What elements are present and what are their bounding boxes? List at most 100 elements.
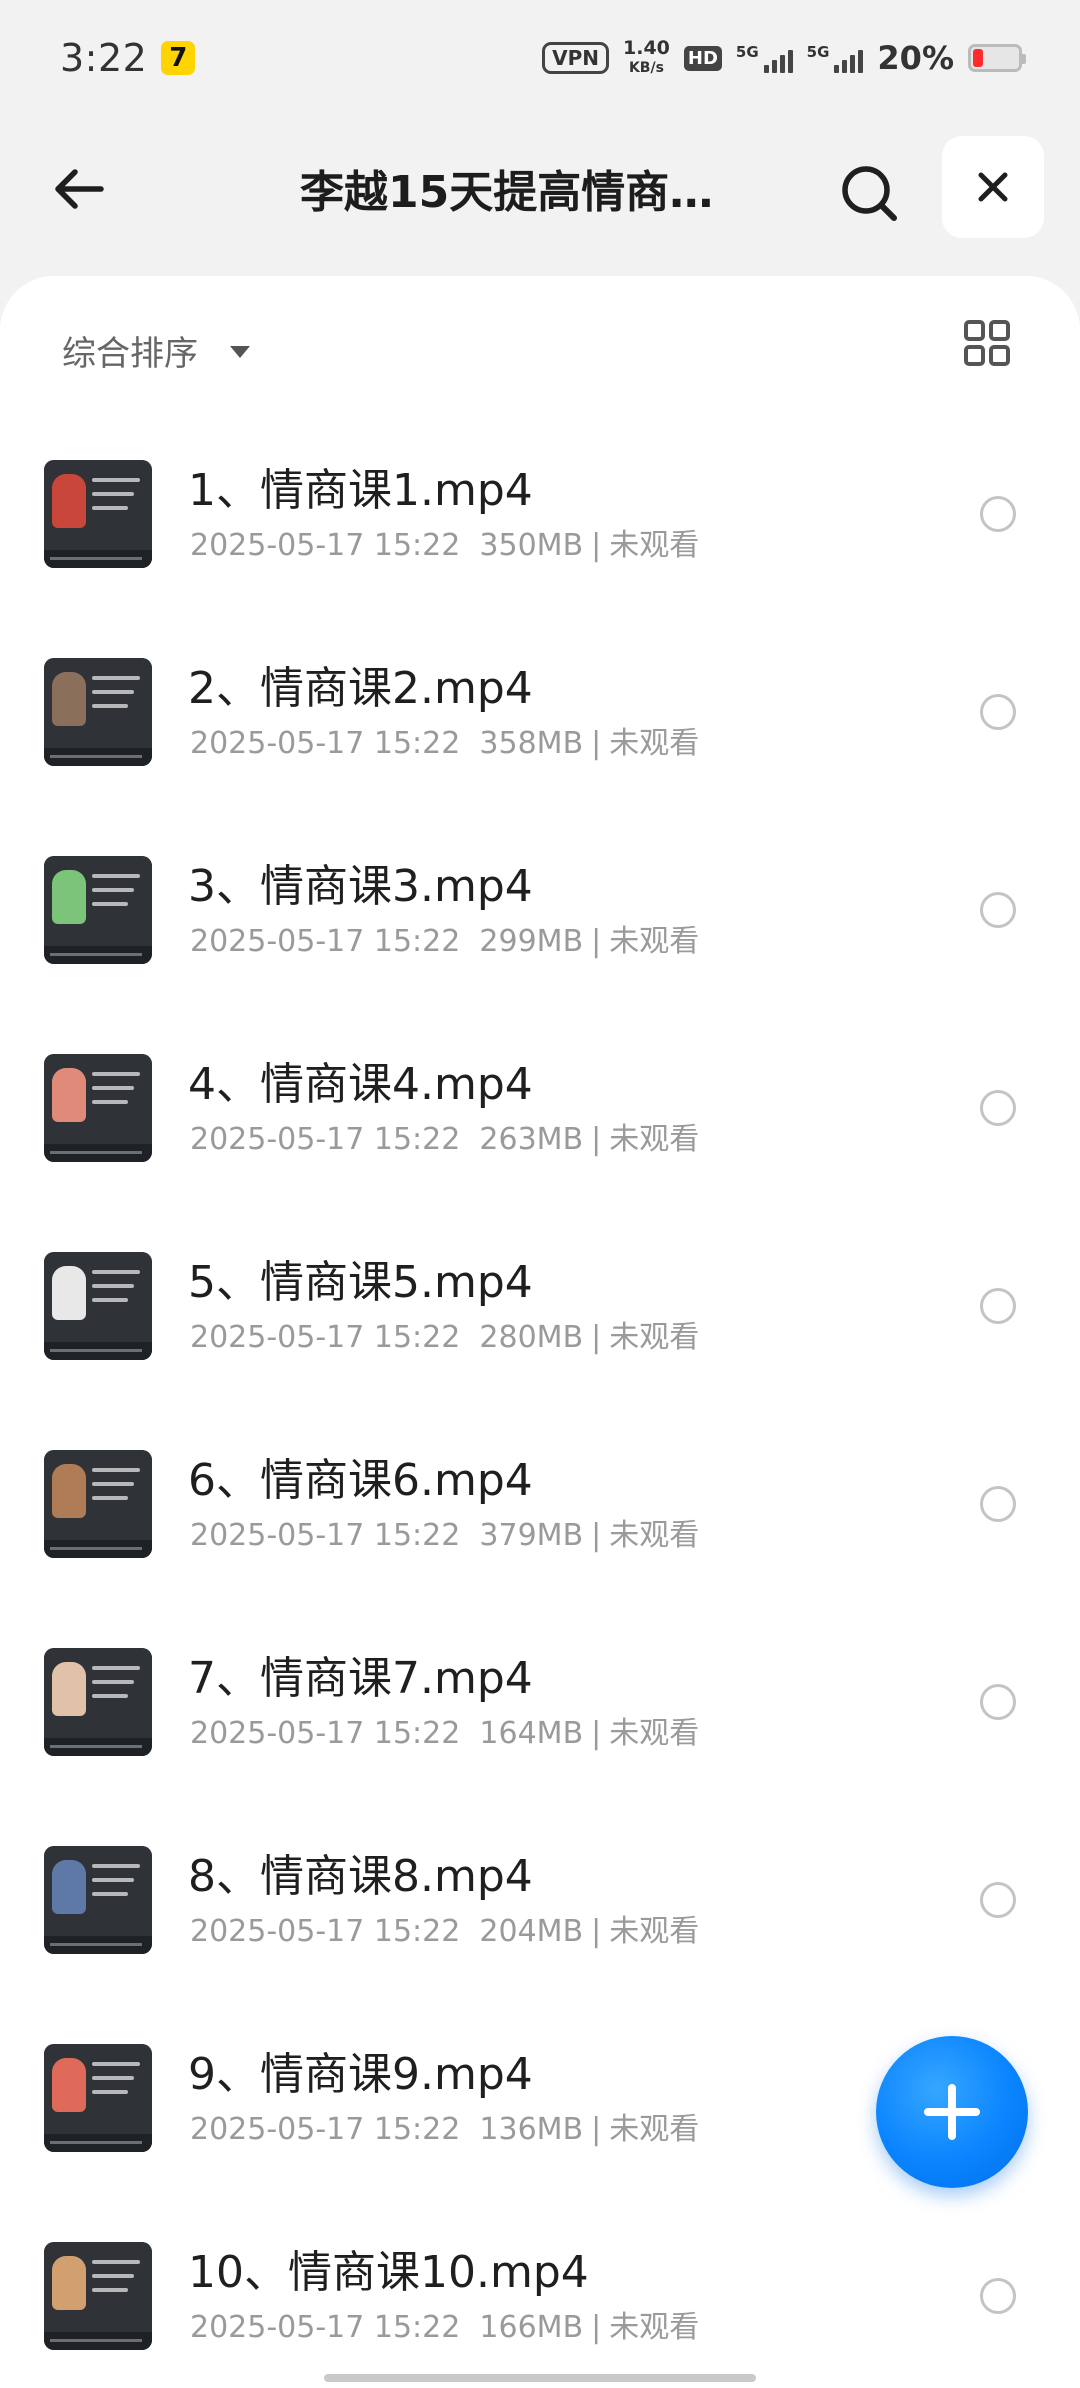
list-item[interactable]: 2、情商课2.mp4 2025-05-17 15:22 358MB | 未观看 [0, 634, 1080, 832]
list-item[interactable]: 5、情商课5.mp4 2025-05-17 15:22 280MB | 未观看 [0, 1228, 1080, 1426]
select-radio[interactable] [980, 694, 1016, 730]
video-thumbnail [44, 1252, 152, 1360]
network-speed-unit: KB/s [628, 60, 664, 76]
home-indicator[interactable] [324, 2374, 756, 2382]
sort-bar: 综合排序 [0, 316, 1080, 382]
battery-percent: 20% [877, 39, 954, 77]
select-radio[interactable] [980, 1684, 1016, 1720]
video-thumbnail [44, 2044, 152, 2152]
file-size: 263MB [479, 1122, 584, 1157]
watch-status: 未观看 [609, 528, 700, 563]
select-radio[interactable] [980, 1090, 1016, 1126]
file-name: 8、情商课8.mp4 [188, 1851, 533, 1902]
file-date: 2025-05-17 15:22 [190, 1914, 461, 1949]
watch-status: 未观看 [609, 1518, 700, 1553]
select-radio[interactable] [980, 2278, 1016, 2314]
file-size: 379MB [479, 1518, 584, 1553]
file-date: 2025-05-17 15:22 [190, 1518, 461, 1553]
page-title: 李越15天提高情商… [300, 167, 714, 216]
battery-icon [968, 44, 1026, 72]
select-radio[interactable] [980, 1486, 1016, 1522]
file-meta: 2025-05-17 15:22 350MB | 未观看 [190, 528, 700, 563]
file-meta: 2025-05-17 15:22 358MB | 未观看 [190, 726, 700, 761]
grid-view-icon[interactable] [960, 316, 1014, 370]
plus-icon [924, 2084, 980, 2140]
file-size: 204MB [479, 1914, 584, 1949]
watch-status: 未观看 [609, 1320, 700, 1355]
status-time: 3:22 [60, 36, 148, 80]
file-date: 2025-05-17 15:22 [190, 2112, 461, 2147]
list-item[interactable]: 8、情商课8.mp4 2025-05-17 15:22 204MB | 未观看 [0, 1822, 1080, 2020]
file-meta: 2025-05-17 15:22 299MB | 未观看 [190, 924, 700, 959]
list-item[interactable]: 10、情商课10.mp4 2025-05-17 15:22 166MB | 未观看 [0, 2218, 1080, 2388]
watch-status: 未观看 [609, 1914, 700, 1949]
network-speed-value: 1.40 [623, 37, 670, 59]
file-name: 5、情商课5.mp4 [188, 1257, 533, 1308]
file-date: 2025-05-17 15:22 [190, 528, 461, 563]
file-date: 2025-05-17 15:22 [190, 2310, 461, 2345]
file-meta: 2025-05-17 15:22 166MB | 未观看 [190, 2310, 700, 2345]
video-thumbnail [44, 1648, 152, 1756]
file-size: 299MB [479, 924, 584, 959]
header: 李越15天提高情商… [0, 130, 1080, 242]
file-name: 1、情商课1.mp4 [188, 465, 533, 516]
caret-down-icon[interactable] [230, 346, 250, 358]
close-icon [978, 172, 1008, 202]
app-notification-icon: 7 [161, 41, 196, 75]
file-size: 164MB [479, 1716, 584, 1751]
file-date: 2025-05-17 15:22 [190, 1716, 461, 1751]
file-size: 166MB [479, 2310, 584, 2345]
close-button[interactable] [942, 136, 1044, 238]
file-name: 3、情商课3.mp4 [188, 861, 533, 912]
list-item[interactable]: 4、情商课4.mp4 2025-05-17 15:22 263MB | 未观看 [0, 1030, 1080, 1228]
file-size: 358MB [479, 726, 584, 761]
file-meta: 2025-05-17 15:22 204MB | 未观看 [190, 1914, 700, 1949]
select-radio[interactable] [980, 892, 1016, 928]
back-button[interactable] [44, 154, 114, 224]
status-bar: 3:22 7 VPN 1.40 KB/s HD 5G 5G 20% [0, 0, 1080, 116]
file-name: 7、情商课7.mp4 [188, 1653, 533, 1704]
video-thumbnail [44, 1054, 152, 1162]
file-size: 136MB [479, 2112, 584, 2147]
file-date: 2025-05-17 15:22 [190, 726, 461, 761]
search-button[interactable] [830, 154, 910, 234]
video-thumbnail [44, 2242, 152, 2350]
file-meta: 2025-05-17 15:22 280MB | 未观看 [190, 1320, 700, 1355]
watch-status: 未观看 [609, 2112, 700, 2147]
watch-status: 未观看 [609, 1716, 700, 1751]
video-thumbnail [44, 856, 152, 964]
status-right: VPN 1.40 KB/s HD 5G 5G 20% [542, 39, 1026, 77]
search-icon [842, 166, 897, 221]
signal-icon: 5G [807, 43, 864, 73]
sort-dropdown[interactable]: 综合排序 [62, 326, 198, 375]
list-item[interactable]: 7、情商课7.mp4 2025-05-17 15:22 164MB | 未观看 [0, 1624, 1080, 1822]
list-item[interactable]: 6、情商课6.mp4 2025-05-17 15:22 379MB | 未观看 [0, 1426, 1080, 1624]
file-date: 2025-05-17 15:22 [190, 1320, 461, 1355]
file-name: 2、情商课2.mp4 [188, 663, 533, 714]
file-meta: 2025-05-17 15:22 379MB | 未观看 [190, 1518, 700, 1553]
network-speed: 1.40 KB/s [623, 39, 670, 77]
hd-call-icon: HD [683, 45, 722, 71]
watch-status: 未观看 [609, 726, 700, 761]
signal-1-label: 5G [735, 43, 759, 61]
vpn-icon: VPN [542, 42, 609, 74]
add-button[interactable] [876, 2036, 1028, 2188]
file-meta: 2025-05-17 15:22 164MB | 未观看 [190, 1716, 700, 1751]
file-date: 2025-05-17 15:22 [190, 924, 461, 959]
file-name: 9、情商课9.mp4 [188, 2049, 533, 2100]
file-date: 2025-05-17 15:22 [190, 1122, 461, 1157]
file-size: 350MB [479, 528, 584, 563]
select-radio[interactable] [980, 1288, 1016, 1324]
file-name: 4、情商课4.mp4 [188, 1059, 533, 1110]
file-name: 6、情商课6.mp4 [188, 1455, 533, 1506]
signal-2-label: 5G [806, 43, 830, 61]
signal-icon: 5G [736, 43, 793, 73]
video-thumbnail [44, 658, 152, 766]
watch-status: 未观看 [609, 2310, 700, 2345]
arrow-left-icon [55, 169, 104, 209]
select-radio[interactable] [980, 1882, 1016, 1918]
list-item[interactable]: 1、情商课1.mp4 2025-05-17 15:22 350MB | 未观看 [0, 436, 1080, 634]
list-item[interactable]: 3、情商课3.mp4 2025-05-17 15:22 299MB | 未观看 [0, 832, 1080, 1030]
select-radio[interactable] [980, 496, 1016, 532]
file-size: 280MB [479, 1320, 584, 1355]
